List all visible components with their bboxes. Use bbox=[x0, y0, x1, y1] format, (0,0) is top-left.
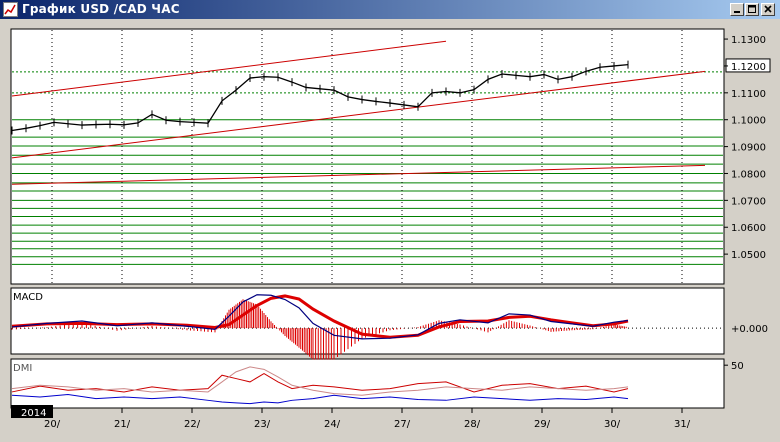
window-title: График USD /CAD ЧАС bbox=[22, 2, 180, 16]
x-tick-label: 30/ bbox=[604, 419, 621, 430]
y-tick-label: 1.0900 bbox=[731, 143, 766, 154]
dmi-panel[interactable] bbox=[10, 358, 725, 409]
maximize-icon bbox=[748, 5, 756, 13]
x-tick-label: 22/ bbox=[184, 419, 201, 430]
minimize-icon bbox=[734, 11, 740, 13]
dmi-tick-label: 50 bbox=[731, 361, 744, 372]
last-price-label: 1.1200 bbox=[731, 62, 766, 73]
x-tick-label: 27/ bbox=[394, 419, 411, 430]
y-tick-label: 1.0500 bbox=[731, 250, 766, 261]
y-tick-label: 1.0600 bbox=[731, 223, 766, 234]
minimize-button[interactable] bbox=[730, 3, 744, 16]
y-tick-label: 1.1000 bbox=[731, 116, 766, 127]
x-tick-label: 28/ bbox=[464, 419, 481, 430]
y-tick-label: 1.0700 bbox=[731, 196, 766, 207]
x-tick-label: 23/ bbox=[254, 419, 271, 430]
chart-canvas[interactable]: 1.1200 +0.000 50 1.1300 1.1100 1.1000 1.090… bbox=[0, 19, 780, 442]
close-button[interactable] bbox=[761, 3, 775, 16]
title-bar[interactable]: График USD /CAD ЧАС bbox=[0, 0, 780, 19]
y-tick-label: 1.1300 bbox=[731, 35, 766, 46]
y-tick-label: 1.0800 bbox=[731, 169, 766, 180]
chart-app-icon bbox=[3, 2, 18, 17]
macd-panel[interactable] bbox=[10, 287, 725, 355]
price-panel[interactable] bbox=[10, 28, 725, 285]
maximize-button[interactable] bbox=[745, 3, 759, 16]
x-tick-label: 20/ bbox=[44, 419, 61, 430]
x-tick-label: 21/ bbox=[114, 419, 131, 430]
macd-tick-label: +0.000 bbox=[731, 324, 768, 335]
x-tick-label: 29/ bbox=[534, 419, 551, 430]
chart-window: График USD /CAD ЧАС 1.1200 +0.000 50 1.1… bbox=[0, 0, 780, 442]
y-tick-label: 1.1100 bbox=[731, 89, 766, 100]
close-icon bbox=[764, 5, 772, 13]
year-badge-label: 2014 bbox=[21, 408, 46, 419]
dmi-title: DMI bbox=[13, 363, 32, 374]
x-tick-label: 31/ bbox=[674, 419, 691, 430]
x-tick-label: 24/ bbox=[324, 419, 341, 430]
macd-title: MACD bbox=[13, 292, 43, 303]
